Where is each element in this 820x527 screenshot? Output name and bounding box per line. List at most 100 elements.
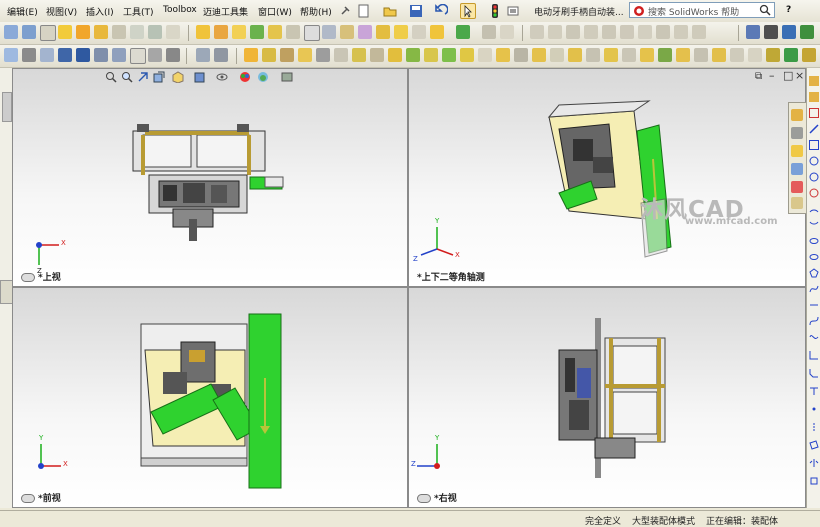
options-icon[interactable]: [505, 3, 521, 19]
menu-maidi-tools[interactable]: 迈迪工具集: [203, 5, 248, 18]
sketch-tool-icon[interactable]: [4, 25, 18, 39]
smart-dimension-icon[interactable]: [22, 25, 36, 39]
pin-part-icon[interactable]: [334, 48, 348, 62]
mold-icon[interactable]: [676, 48, 690, 62]
mirror-icon[interactable]: [394, 25, 408, 39]
spline-icon[interactable]: [22, 48, 36, 62]
design-library-tab-icon[interactable]: [791, 127, 803, 139]
cut-list-icon[interactable]: [568, 48, 582, 62]
bom-icon[interactable]: [656, 25, 670, 39]
section-view-icon[interactable]: [548, 25, 562, 39]
arc2-right-icon[interactable]: [809, 220, 819, 230]
ellipse-icon[interactable]: [112, 48, 126, 62]
line-tool-icon[interactable]: [40, 25, 56, 41]
balloon-icon[interactable]: [638, 25, 652, 39]
draft-icon[interactable]: [730, 48, 744, 62]
view-settings-icon[interactable]: [746, 25, 760, 39]
centerline-right-icon[interactable]: [809, 422, 819, 432]
pin-icon[interactable]: [337, 3, 353, 19]
extrude-icon[interactable]: [76, 25, 90, 39]
auxiliary-view-icon[interactable]: [602, 25, 616, 39]
structural-member-icon[interactable]: [550, 48, 564, 62]
traffic-light-icon[interactable]: [487, 3, 503, 19]
chamfer-right-icon[interactable]: [809, 368, 819, 378]
menu-help[interactable]: 帮助(H): [300, 5, 332, 18]
viewport-isometric[interactable]: ⧉ – □ × Y X Z *上下二等角轴测: [408, 68, 806, 287]
simulation-icon[interactable]: [456, 25, 470, 39]
resources-tab-icon[interactable]: [791, 109, 803, 121]
circle2-right-icon[interactable]: [809, 172, 819, 182]
menu-view[interactable]: 视图(V): [46, 5, 77, 18]
viewport-right[interactable]: Y Z *右视: [408, 287, 806, 508]
trim-icon[interactable]: [130, 48, 146, 64]
loft-icon[interactable]: [130, 25, 144, 39]
mirror-right-icon[interactable]: [809, 458, 819, 468]
curve-right-icon[interactable]: [809, 316, 819, 326]
search-input[interactable]: 搜索 SolidWorks 帮助: [629, 2, 775, 18]
smart-fasteners-icon[interactable]: [286, 25, 300, 39]
circle-right-icon[interactable]: [809, 156, 819, 166]
ellipse-right-icon[interactable]: [809, 236, 819, 246]
cylinder-icon[interactable]: [406, 48, 420, 62]
mirror-entities-icon[interactable]: [166, 48, 180, 62]
polygon-right-icon[interactable]: [809, 268, 819, 278]
select-pointer-icon[interactable]: [460, 3, 476, 19]
plane-right-icon[interactable]: [809, 440, 819, 450]
pattern-icon[interactable]: [376, 25, 390, 39]
spring-icon[interactable]: [388, 48, 402, 62]
save-icon[interactable]: [408, 3, 424, 19]
ellipse2-right-icon[interactable]: [809, 252, 819, 262]
custom-properties-tab-icon[interactable]: [791, 197, 803, 209]
drawing-icon[interactable]: [530, 25, 544, 39]
point-icon[interactable]: [40, 48, 54, 62]
fillet-icon[interactable]: [148, 25, 162, 39]
help-button[interactable]: ?: [786, 5, 791, 15]
line-right-icon[interactable]: [809, 124, 819, 134]
component-icon[interactable]: [244, 48, 258, 62]
arc-icon[interactable]: [76, 48, 90, 62]
viewport-top[interactable]: X Z *上视: [12, 68, 408, 287]
trim-extend-icon[interactable]: [640, 48, 654, 62]
rotate-component-icon[interactable]: [268, 25, 282, 39]
menu-tools[interactable]: 工具(T): [123, 5, 154, 18]
feature-icon[interactable]: [58, 25, 72, 39]
route-icon[interactable]: [658, 48, 672, 62]
file-explorer-tab-icon[interactable]: [791, 145, 803, 157]
measure-icon[interactable]: [482, 25, 496, 39]
menu-window[interactable]: 窗口(W): [258, 5, 292, 18]
exploded-view-icon[interactable]: [304, 25, 320, 41]
polygon-icon[interactable]: [94, 48, 108, 62]
library-icon[interactable]: [496, 48, 510, 62]
search-icon[interactable]: [759, 4, 771, 19]
slot-right-icon[interactable]: [809, 300, 819, 310]
appearances-tab-icon[interactable]: [791, 181, 803, 193]
standard-parts-icon[interactable]: [478, 48, 492, 62]
appearance-icon[interactable]: [358, 25, 372, 39]
hole-wizard-icon[interactable]: [340, 25, 354, 39]
sketch-icon[interactable]: [4, 48, 18, 62]
text-right-icon[interactable]: [809, 386, 819, 396]
profile-icon[interactable]: [424, 48, 438, 62]
gear-icon[interactable]: [352, 48, 366, 62]
parting-line-icon[interactable]: [712, 48, 726, 62]
rectangle-right-icon[interactable]: [809, 108, 819, 118]
annotate-right-icon[interactable]: [809, 92, 819, 102]
note-icon[interactable]: [620, 25, 634, 39]
move-component-icon[interactable]: [250, 25, 264, 39]
washer-icon[interactable]: [316, 48, 330, 62]
offset-icon[interactable]: [148, 48, 162, 62]
sketch-right-icon[interactable]: [809, 76, 819, 86]
projected-view-icon[interactable]: [584, 25, 598, 39]
sensor-icon[interactable]: [460, 48, 474, 62]
dome-icon[interactable]: [802, 48, 816, 62]
spline-right-icon[interactable]: [809, 284, 819, 294]
circle-icon[interactable]: [58, 48, 72, 62]
reference-geometry-icon[interactable]: [412, 25, 426, 39]
menu-toolbox[interactable]: Toolbox: [163, 5, 197, 15]
surface-finish-icon[interactable]: [692, 25, 706, 39]
box-right-icon[interactable]: [809, 140, 819, 150]
motor-icon[interactable]: [442, 48, 456, 62]
camera-icon[interactable]: [782, 25, 796, 39]
circle3-right-icon[interactable]: [809, 188, 819, 198]
offset-right-icon[interactable]: [809, 476, 819, 486]
